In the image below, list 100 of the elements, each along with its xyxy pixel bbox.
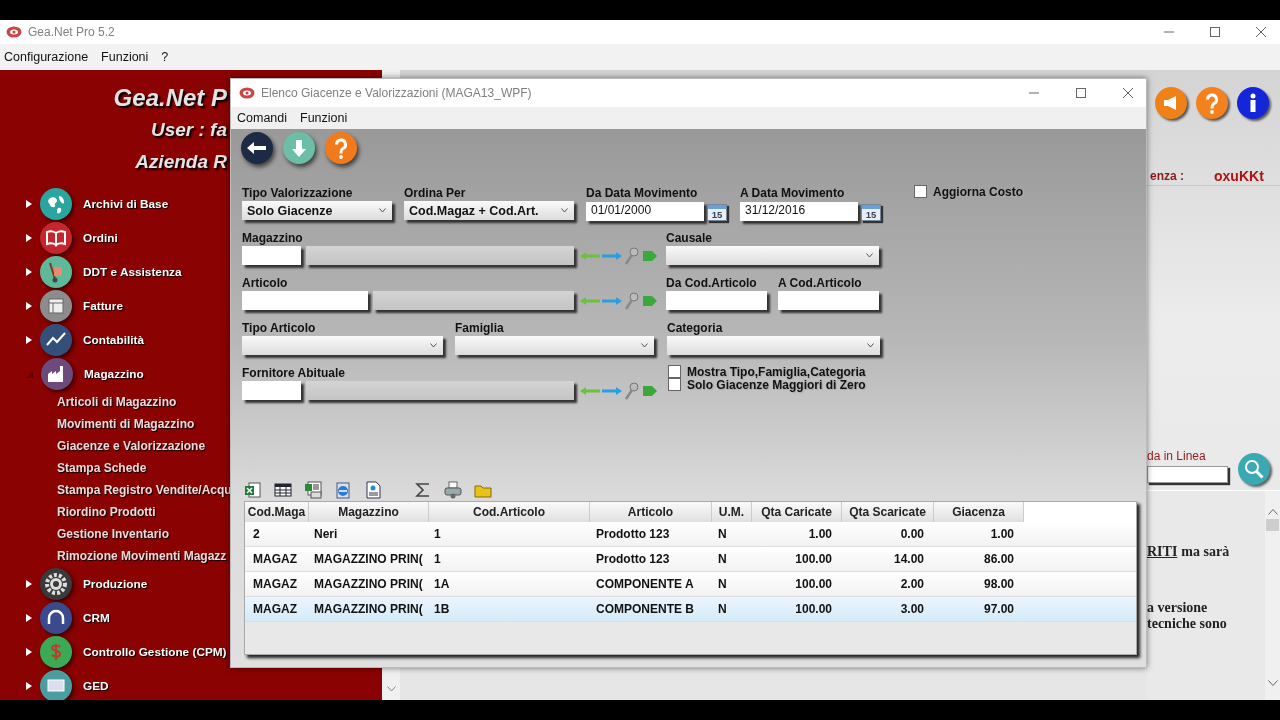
- caret-icon[interactable]: [26, 682, 32, 690]
- checkbox-label: Mostra Tipo,Famiglia,Categoria: [687, 364, 866, 379]
- field-label: A Data Movimento: [740, 186, 846, 201]
- book-icon: [40, 222, 72, 254]
- table-cell-text: 98.00: [982, 576, 1015, 593]
- date-field[interactable]: 01/01/2000: [586, 201, 704, 221]
- checkbox[interactable]: [668, 378, 681, 391]
- caret-icon: [867, 343, 874, 348]
- field-label: Fornitore Abituale: [242, 366, 346, 381]
- close-icon[interactable]: [1123, 88, 1133, 98]
- scroll-thumb[interactable]: [1266, 519, 1279, 531]
- field-label: Causale: [666, 231, 714, 246]
- sidebar-item[interactable]: CRM: [83, 611, 110, 625]
- table-cell-text: Prodotto 123: [595, 551, 671, 568]
- factory-icon: [41, 358, 73, 390]
- sidebar-item[interactable]: GED: [83, 679, 109, 693]
- printer-icon[interactable]: [444, 481, 462, 499]
- table-cell-text: 0.00: [899, 526, 925, 543]
- table-row[interactable]: MAGAZ MAGAZZINO PRIN( 1A COMPONENTE A N 100.00 2.00 98.00: [245, 572, 1136, 597]
- caret-icon[interactable]: [26, 336, 32, 344]
- info-icon[interactable]: [1237, 87, 1269, 119]
- code-field[interactable]: [242, 381, 301, 400]
- spreadsheet-icon[interactable]: [244, 481, 262, 499]
- caret-icon[interactable]: [26, 200, 32, 208]
- help-icon[interactable]: [1196, 87, 1228, 119]
- menu-item[interactable]: ?: [161, 50, 169, 64]
- table-cell-text: 1.00: [989, 526, 1015, 543]
- caret-icon: [379, 208, 386, 213]
- checkbox[interactable]: [668, 365, 681, 378]
- headphones-icon: [40, 602, 72, 634]
- sidebar-item[interactable]: Magazzino: [84, 367, 144, 381]
- back-icon[interactable]: [241, 132, 273, 164]
- sidebar-item[interactable]: Ordini: [83, 231, 118, 245]
- menu-item[interactable]: Configurazione: [4, 50, 89, 64]
- window-title: Elenco Giacenze e Valorizzazioni (MAGA13_WPF): [261, 86, 532, 100]
- code-field[interactable]: [242, 291, 368, 310]
- scrollbar[interactable]: [1265, 491, 1280, 700]
- menu-item[interactable]: Funzioni: [101, 50, 149, 64]
- caret-icon[interactable]: [26, 648, 32, 656]
- dropdown[interactable]: Solo Giacenze: [242, 201, 392, 220]
- export-file-icon[interactable]: [304, 481, 322, 499]
- search-icon[interactable]: [1238, 453, 1270, 485]
- app-logo-icon: [239, 87, 255, 99]
- table-cell-text: 2: [252, 526, 261, 543]
- field-label: Da Cod.Articolo: [666, 276, 758, 291]
- close-icon[interactable]: [1256, 27, 1266, 37]
- caret-icon: [430, 343, 437, 348]
- menu-item[interactable]: Funzioni: [300, 111, 348, 125]
- sidebar-item[interactable]: DDT e Assistenza: [83, 265, 182, 279]
- news-text: tecniche sono: [1147, 616, 1227, 632]
- table-cell-text: COMPONENTE A: [595, 576, 695, 593]
- maximize-icon[interactable]: [1076, 88, 1086, 98]
- sidebar-item[interactable]: Controllo Gestione (CPM): [83, 645, 227, 659]
- table-row[interactable]: MAGAZ MAGAZZINO PRIN( 1B COMPONENTE B N 100.00 3.00 97.00: [245, 597, 1136, 622]
- sum-icon[interactable]: [414, 481, 432, 499]
- menu-item[interactable]: Comandi: [237, 111, 288, 125]
- field-label: Tipo Articolo: [242, 321, 317, 336]
- table-cell-text: 2.00: [899, 576, 925, 593]
- sidebar-item[interactable]: Produzione: [83, 577, 148, 591]
- download-icon[interactable]: [283, 132, 315, 164]
- calendar-button[interactable]: 15: [707, 204, 727, 221]
- field-label: Magazzino: [242, 231, 304, 246]
- dropdown[interactable]: Cod.Magaz + Cod.Art.: [404, 201, 574, 220]
- caret-icon[interactable]: [26, 268, 32, 276]
- table-cell-text: 100.00: [794, 551, 833, 568]
- calendar-button[interactable]: 15: [861, 204, 881, 221]
- app-logo-icon: [6, 26, 22, 38]
- table-cell-text: 1: [433, 526, 442, 543]
- table-cell-text: 97.00: [982, 601, 1015, 618]
- sidebar-item[interactable]: Archivi di Base: [83, 197, 169, 211]
- monitor-icon: [40, 670, 72, 700]
- field-label: Famiglia: [455, 321, 505, 336]
- table-cell-text: 14.00: [892, 551, 925, 568]
- caret-icon[interactable]: [26, 580, 32, 588]
- table-row[interactable]: MAGAZ MAGAZZINO PRIN( 1 Prodotto 123 N 100.00 14.00 86.00: [245, 547, 1136, 572]
- link[interactable]: RITI: [1147, 544, 1178, 560]
- gear-icon: [40, 568, 72, 600]
- web-page-icon[interactable]: [364, 481, 382, 499]
- input-field[interactable]: [666, 291, 767, 310]
- megaphone-icon[interactable]: [1155, 87, 1187, 119]
- checkbox-label: Aggiorna Costo: [933, 184, 1023, 199]
- caret-icon: [866, 253, 873, 258]
- field-label: A Cod.Articolo: [778, 276, 863, 291]
- help-icon[interactable]: [325, 132, 357, 164]
- hand-truck-icon: [40, 256, 72, 288]
- caret-icon[interactable]: [26, 302, 32, 310]
- caret-icon[interactable]: [26, 614, 32, 622]
- table-cell-text: N: [717, 526, 728, 543]
- sidebar-item[interactable]: Fatture: [83, 299, 123, 313]
- search-field[interactable]: [1147, 465, 1228, 483]
- code-field[interactable]: [242, 246, 301, 265]
- checkbox[interactable]: [914, 185, 927, 198]
- table-icon[interactable]: [274, 481, 292, 499]
- input-field[interactable]: [778, 291, 879, 310]
- maximize-icon[interactable]: [1210, 27, 1220, 37]
- caret-icon[interactable]: [26, 234, 32, 242]
- company-label: Azienda R: [134, 150, 227, 174]
- date-field[interactable]: 31/12/2016: [740, 201, 858, 221]
- sidebar-item[interactable]: Contabilità: [83, 333, 144, 347]
- table-row[interactable]: 2 Neri 1 Prodotto 123 N 1.00 0.00 1.00: [245, 522, 1136, 547]
